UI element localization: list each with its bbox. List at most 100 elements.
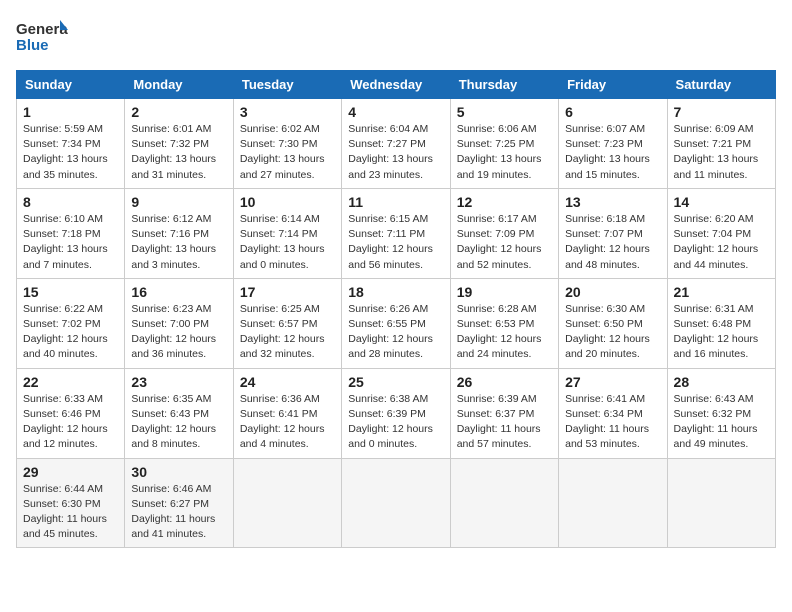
calendar-cell [667, 458, 775, 548]
calendar-cell: 17Sunrise: 6:25 AMSunset: 6:57 PMDayligh… [233, 278, 341, 368]
calendar-week-1: 1Sunrise: 5:59 AMSunset: 7:34 PMDaylight… [17, 99, 776, 189]
day-number: 22 [23, 374, 118, 390]
calendar-cell: 18 Sunrise: 6:26 AMSunset: 6:55 PMDayligh… [342, 278, 450, 368]
calendar-cell: 11 Sunrise: 6:15 AMSunset: 7:11 PMDayligh… [342, 188, 450, 278]
calendar-cell: 23 Sunrise: 6:35 AMSunset: 6:43 PMDayligh… [125, 368, 233, 458]
calendar-cell: 12 Sunrise: 6:17 AMSunset: 7:09 PMDayligh… [450, 188, 558, 278]
day-number: 18 [348, 284, 443, 300]
day-number: 12 [457, 194, 552, 210]
day-number: 7 [674, 104, 769, 120]
day-number: 11 [348, 194, 443, 210]
page-header: General Blue [16, 16, 776, 60]
day-number: 9 [131, 194, 226, 210]
calendar-cell: 20 Sunrise: 6:30 AMSunset: 6:50 PMDayligh… [559, 278, 667, 368]
day-number: 21 [674, 284, 769, 300]
logo-svg: General Blue [16, 16, 68, 60]
calendar-cell [559, 458, 667, 548]
calendar-cell: 15 Sunrise: 6:22 AMSunset: 7:02 PMDayligh… [17, 278, 125, 368]
day-info: Sunrise: 6:09 AMSunset: 7:21 PMDaylight:… [674, 122, 769, 183]
day-info: Sunrise: 6:41 AMSunset: 6:34 PMDaylight:… [565, 392, 660, 453]
day-info: Sunrise: 6:06 AMSunset: 7:25 PMDaylight:… [457, 122, 552, 183]
day-info: Sunrise: 6:28 AMSunset: 6:53 PMDaylight:… [457, 302, 552, 363]
day-info: Sunrise: 6:44 AMSunset: 6:30 PMDaylight:… [23, 482, 118, 543]
calendar-cell: 6 Sunrise: 6:07 AMSunset: 7:23 PMDaylight… [559, 99, 667, 189]
day-info: Sunrise: 6:25 AMSunset: 6:57 PMDaylight:… [240, 302, 335, 363]
day-info: Sunrise: 6:17 AMSunset: 7:09 PMDaylight:… [457, 212, 552, 273]
day-info: Sunrise: 6:14 AMSunset: 7:14 PMDaylight:… [240, 212, 335, 273]
calendar-cell: 1Sunrise: 5:59 AMSunset: 7:34 PMDaylight… [17, 99, 125, 189]
day-number: 29 [23, 464, 118, 480]
day-info: Sunrise: 6:36 AMSunset: 6:41 PMDaylight:… [240, 392, 335, 453]
day-info: Sunrise: 6:31 AMSunset: 6:48 PMDaylight:… [674, 302, 769, 363]
weekday-header-wednesday: Wednesday [342, 71, 450, 99]
day-number: 4 [348, 104, 443, 120]
calendar-cell: 26 Sunrise: 6:39 AMSunset: 6:37 PMDayligh… [450, 368, 558, 458]
day-number: 23 [131, 374, 226, 390]
weekday-header-saturday: Saturday [667, 71, 775, 99]
svg-text:Blue: Blue [16, 37, 49, 54]
calendar-week-4: 22 Sunrise: 6:33 AMSunset: 6:46 PMDayligh… [17, 368, 776, 458]
day-info: Sunrise: 5:59 AMSunset: 7:34 PMDaylight:… [23, 122, 118, 183]
calendar-week-3: 15 Sunrise: 6:22 AMSunset: 7:02 PMDayligh… [17, 278, 776, 368]
day-number: 15 [23, 284, 118, 300]
day-info: Sunrise: 6:35 AMSunset: 6:43 PMDaylight:… [131, 392, 226, 453]
day-number: 5 [457, 104, 552, 120]
calendar-cell [342, 458, 450, 548]
day-number: 3 [240, 104, 335, 120]
day-number: 30 [131, 464, 226, 480]
calendar-cell: 3 Sunrise: 6:02 AMSunset: 7:30 PMDaylight… [233, 99, 341, 189]
weekday-header-tuesday: Tuesday [233, 71, 341, 99]
calendar-cell: 7 Sunrise: 6:09 AMSunset: 7:21 PMDaylight… [667, 99, 775, 189]
day-number: 28 [674, 374, 769, 390]
day-info: Sunrise: 6:22 AMSunset: 7:02 PMDaylight:… [23, 302, 118, 363]
day-info: Sunrise: 6:01 AMSunset: 7:32 PMDaylight:… [131, 122, 226, 183]
day-number: 10 [240, 194, 335, 210]
day-info: Sunrise: 6:46 AMSunset: 6:27 PMDaylight:… [131, 482, 226, 543]
day-number: 2 [131, 104, 226, 120]
day-info: Sunrise: 6:10 AMSunset: 7:18 PMDaylight:… [23, 212, 118, 273]
calendar-cell: 14 Sunrise: 6:20 AMSunset: 7:04 PMDayligh… [667, 188, 775, 278]
day-info: Sunrise: 6:18 AMSunset: 7:07 PMDaylight:… [565, 212, 660, 273]
calendar-cell: 22 Sunrise: 6:33 AMSunset: 6:46 PMDayligh… [17, 368, 125, 458]
day-info: Sunrise: 6:07 AMSunset: 7:23 PMDaylight:… [565, 122, 660, 183]
day-number: 8 [23, 194, 118, 210]
calendar-cell: 29 Sunrise: 6:44 AMSunset: 6:30 PMDayligh… [17, 458, 125, 548]
weekday-header-monday: Monday [125, 71, 233, 99]
calendar-cell: 5 Sunrise: 6:06 AMSunset: 7:25 PMDaylight… [450, 99, 558, 189]
calendar-cell: 19 Sunrise: 6:28 AMSunset: 6:53 PMDayligh… [450, 278, 558, 368]
day-info: Sunrise: 6:30 AMSunset: 6:50 PMDaylight:… [565, 302, 660, 363]
day-info: Sunrise: 6:43 AMSunset: 6:32 PMDaylight:… [674, 392, 769, 453]
day-number: 20 [565, 284, 660, 300]
calendar-table: SundayMondayTuesdayWednesdayThursdayFrid… [16, 70, 776, 548]
day-number: 19 [457, 284, 552, 300]
day-number: 26 [457, 374, 552, 390]
calendar-cell: 2 Sunrise: 6:01 AMSunset: 7:32 PMDaylight… [125, 99, 233, 189]
calendar-cell: 30 Sunrise: 6:46 AMSunset: 6:27 PMDayligh… [125, 458, 233, 548]
calendar-cell: 25Sunrise: 6:38 AMSunset: 6:39 PMDayligh… [342, 368, 450, 458]
calendar-cell: 24 Sunrise: 6:36 AMSunset: 6:41 PMDayligh… [233, 368, 341, 458]
day-info: Sunrise: 6:33 AMSunset: 6:46 PMDaylight:… [23, 392, 118, 453]
weekday-header-friday: Friday [559, 71, 667, 99]
day-info: Sunrise: 6:20 AMSunset: 7:04 PMDaylight:… [674, 212, 769, 273]
day-info: Sunrise: 6:23 AMSunset: 7:00 PMDaylight:… [131, 302, 226, 363]
logo: General Blue [16, 16, 68, 60]
day-number: 27 [565, 374, 660, 390]
day-number: 6 [565, 104, 660, 120]
calendar-cell: 13 Sunrise: 6:18 AMSunset: 7:07 PMDayligh… [559, 188, 667, 278]
day-number: 14 [674, 194, 769, 210]
day-info: Sunrise: 6:04 AMSunset: 7:27 PMDaylight:… [348, 122, 443, 183]
calendar-week-2: 8 Sunrise: 6:10 AMSunset: 7:18 PMDaylight… [17, 188, 776, 278]
day-number: 24 [240, 374, 335, 390]
day-number: 16 [131, 284, 226, 300]
day-info: Sunrise: 6:39 AMSunset: 6:37 PMDaylight:… [457, 392, 552, 453]
day-info: Sunrise: 6:12 AMSunset: 7:16 PMDaylight:… [131, 212, 226, 273]
day-number: 13 [565, 194, 660, 210]
calendar-cell: 16 Sunrise: 6:23 AMSunset: 7:00 PMDayligh… [125, 278, 233, 368]
day-info: Sunrise: 6:26 AMSunset: 6:55 PMDaylight:… [348, 302, 443, 363]
weekday-header-thursday: Thursday [450, 71, 558, 99]
calendar-cell: 21 Sunrise: 6:31 AMSunset: 6:48 PMDayligh… [667, 278, 775, 368]
day-info: Sunrise: 6:02 AMSunset: 7:30 PMDaylight:… [240, 122, 335, 183]
calendar-cell: 9 Sunrise: 6:12 AMSunset: 7:16 PMDaylight… [125, 188, 233, 278]
day-info: Sunrise: 6:38 AMSunset: 6:39 PMDaylight:… [348, 392, 443, 453]
day-info: Sunrise: 6:15 AMSunset: 7:11 PMDaylight:… [348, 212, 443, 273]
